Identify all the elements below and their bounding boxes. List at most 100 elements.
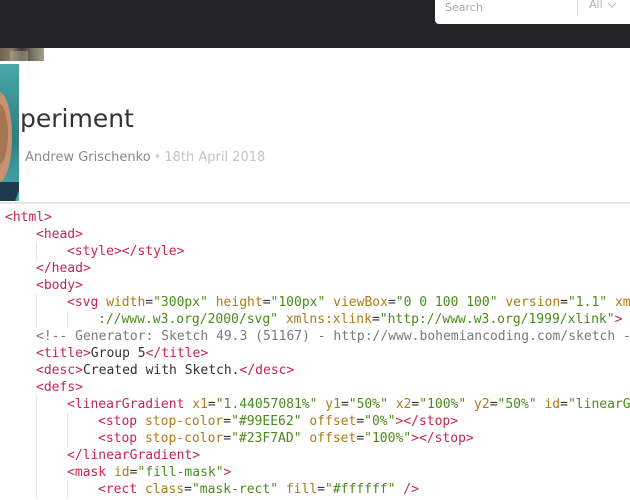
code-token: > [200,346,209,361]
thumbnail-image [0,48,44,61]
indent-guide [5,243,36,260]
code-line: <stop stop-color="#23F7AD" offset="100%"… [5,430,630,447]
code-token: stop [105,431,138,446]
code-token: > [75,227,83,242]
indent-guide [67,430,98,447]
code-token: = [184,482,192,497]
code-line: <style></style> [5,243,630,260]
code-token: = [207,397,216,412]
search-filter-label: All [589,0,603,11]
code-token: > [465,431,474,446]
code-token: "100%" [364,431,412,446]
code-line: <desc>Created with Sketch.</desc> [5,362,630,379]
indent-guide [5,345,36,362]
code-token: version [505,295,561,310]
indent-guide [36,413,67,430]
code-token: < [98,431,106,446]
code-token: "linearG [567,397,630,412]
code-token: > [450,414,459,429]
code-token: "50%" [348,397,388,412]
code-token: desc [43,363,76,378]
indent-guide [5,260,36,277]
search-filter-dropdown[interactable]: All [589,0,617,11]
code-token: fill [285,482,318,497]
code-token: <!-- Generator: Sketch 49.3 (51167) - ht… [36,329,630,344]
code-token: style [137,244,177,259]
code-token: < [5,210,13,225]
indent-guide [5,311,36,328]
code-token: "100px" [270,295,326,310]
article-meta: Andrew Grischenko • 18th April 2018 [25,150,265,165]
code-line: <stop stop-color="#99EE62" offset="0%"><… [5,413,630,430]
code-token: "300px" [153,295,208,310]
code-token: head [51,261,83,276]
meta-separator: • [153,150,162,165]
code-token: "0%" [364,414,396,429]
code-token: html [12,210,45,225]
code-token: "50%" [497,397,537,412]
author-photo [0,64,19,201]
code-block: <html> <head> <style></style> </head> <body>… [5,209,630,498]
code-line: <!-- Generator: Sketch 49.3 (51167) - ht… [5,328,630,345]
code-line: </linearGradient> [5,447,630,464]
indent-guide [5,413,36,430]
indent-guide [36,447,67,464]
code-token: "#23F7AD" [231,431,302,446]
code-token: = [560,295,568,310]
indent-guide [67,481,98,498]
code-token: = [317,482,325,497]
code-token: = [223,414,232,429]
indent-guide [36,396,67,413]
code-token: stop-color [144,431,224,446]
code-token: /> [403,482,419,497]
code-token: Group 5 [90,346,146,361]
author-link[interactable]: Andrew Grischenko [25,150,151,165]
indent-guide [5,464,36,481]
code-token: ></ [395,414,419,429]
code-token: > [75,278,83,293]
code-token: svg [74,295,99,310]
code-token: > [75,380,83,395]
code-token: = [387,295,396,310]
code-token: > [44,210,52,225]
indent-guide [5,277,36,294]
code-token: desc [255,363,287,378]
code-token: mask [74,465,107,480]
code-token: = [356,414,365,429]
content-divider [0,202,630,204]
code-token: < [98,482,106,497]
indent-guide [5,481,36,498]
indent-guide [36,464,67,481]
code-token: > [75,363,83,378]
code-token: id [544,397,561,412]
code-token: "fill-mask" [137,465,224,480]
code-token: y2 [474,397,490,412]
code-token: > [614,312,623,327]
code-line: <svg width="300px" height="100px" viewBo… [5,294,630,311]
code-token: < [36,227,44,242]
search-input[interactable] [445,0,575,14]
page-title: periment [20,104,134,133]
code-token: stop [105,414,138,429]
code-line: <head> [5,226,630,243]
indent-guide [36,243,67,260]
indent-guide [5,362,36,379]
code-token: > [223,465,232,480]
code-token: class [144,482,185,497]
chevron-down-icon [607,2,616,8]
code-token: = [262,295,271,310]
code-token: title [43,346,83,361]
code-token: ></ [113,244,138,259]
code-token: > [176,244,185,259]
search-box: All [435,0,630,24]
code-line: <rect class="mask-rect" fill="#ffffff" /… [5,481,630,498]
code-token: id [113,465,130,480]
indent-guide [5,447,36,464]
code-token: head [43,227,76,242]
